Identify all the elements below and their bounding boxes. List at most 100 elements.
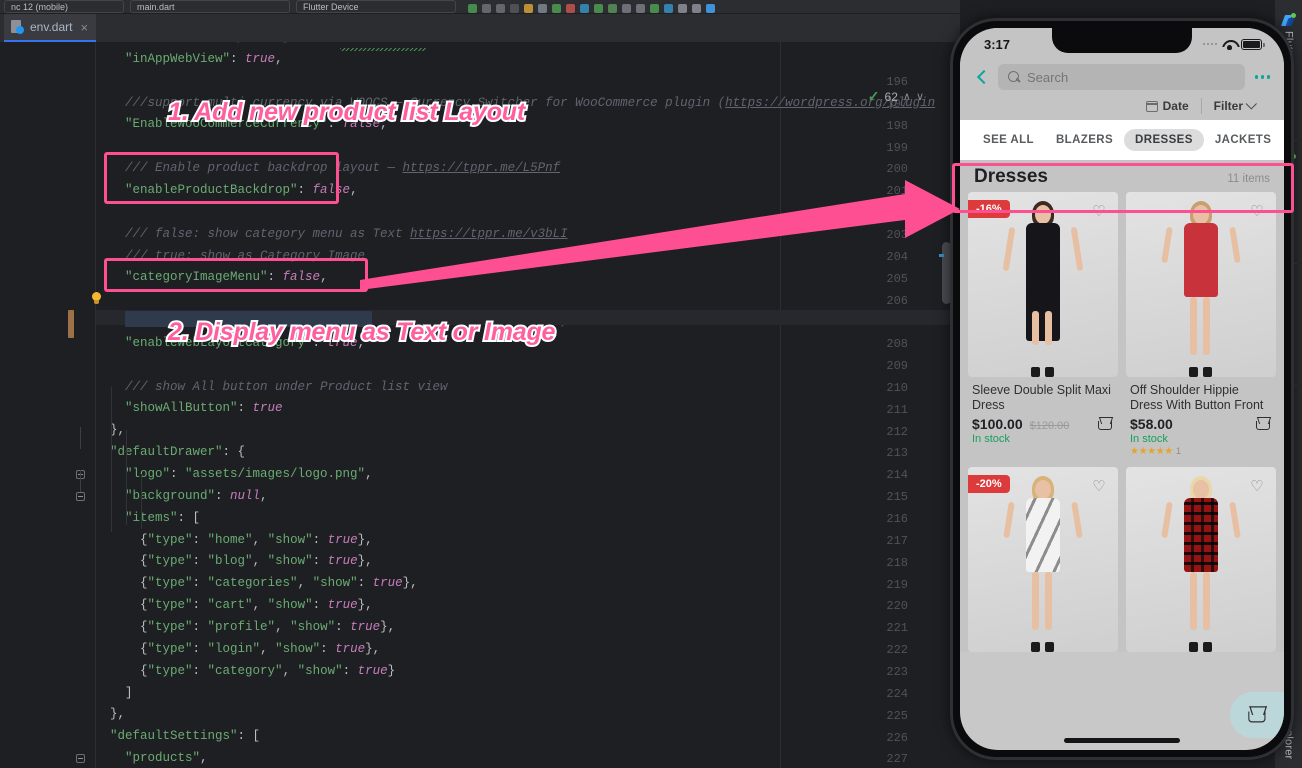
code-line[interactable]: "inAppWebView": true, xyxy=(110,52,283,66)
app-window: nc 12 (mobile) main.dart Flutter Device xyxy=(0,0,1302,768)
status-indicators xyxy=(1202,38,1265,50)
download-icon[interactable] xyxy=(664,4,673,13)
more-icon[interactable] xyxy=(510,4,519,13)
product-card[interactable]: ♡ xyxy=(1126,467,1276,652)
code-token: true xyxy=(327,598,358,613)
add-to-cart-icon[interactable] xyxy=(1255,416,1272,432)
code-line[interactable]: }, xyxy=(110,423,125,437)
code-line[interactable]: /// false: show category menu as Text ht… xyxy=(110,227,568,241)
code-token: : xyxy=(297,182,313,197)
vcs-icon[interactable] xyxy=(552,4,561,13)
intention-bulb-icon[interactable] xyxy=(90,291,103,306)
tab-env-dart[interactable]: env.dart × xyxy=(4,14,97,42)
product-image[interactable]: ♡ xyxy=(1126,467,1276,652)
date-sort-button[interactable]: Date xyxy=(1134,99,1201,113)
product-card[interactable]: ♡ Off Shoulder Hippie Dress With Button … xyxy=(1126,192,1276,459)
update-icon[interactable] xyxy=(594,4,603,13)
product-card[interactable]: -16% ♡ Sleeve Double Split Maxi Dress $1… xyxy=(968,192,1118,459)
code-line[interactable]: /// true: show as Category Image xyxy=(110,249,365,263)
analyze-icon[interactable] xyxy=(650,4,659,13)
history-icon[interactable] xyxy=(622,4,631,13)
git-icon[interactable] xyxy=(580,4,589,13)
code-line[interactable]: "products", xyxy=(110,751,208,765)
fold-toggle[interactable] xyxy=(76,754,85,764)
code-line[interactable]: /// Generated by using JsonToDart class xyxy=(110,42,418,44)
calendar-icon xyxy=(1145,100,1158,112)
line-number: 222 xyxy=(886,643,908,658)
code-line[interactable]: {"type": "blog", "show": true}, xyxy=(110,554,373,568)
code-line[interactable]: "background": null, xyxy=(110,489,268,503)
chevron-down-icon[interactable]: ∨ xyxy=(916,90,924,103)
model-shoe-left xyxy=(1189,642,1198,652)
heart-icon[interactable]: ♡ xyxy=(1246,200,1268,222)
code-line[interactable]: "items": [ xyxy=(110,511,200,525)
code-line[interactable]: {"type": "profile", "show": true}, xyxy=(110,620,395,634)
code-line[interactable]: "defaultDrawer": { xyxy=(110,445,245,459)
commit-icon[interactable] xyxy=(608,4,617,13)
debug-icon[interactable] xyxy=(482,4,491,13)
search-everywhere-icon[interactable] xyxy=(538,4,547,13)
code-line[interactable]: {"type": "categories", "show": true}, xyxy=(110,576,418,590)
category-tab-blazers[interactable]: BLAZERS xyxy=(1045,129,1124,151)
code-line[interactable]: {"type": "home", "show": true}, xyxy=(110,533,373,547)
heart-icon[interactable]: ♡ xyxy=(1088,475,1110,497)
code-line[interactable]: }, xyxy=(110,707,125,721)
code-line[interactable]: "showAllButton": true xyxy=(110,401,283,415)
code-line[interactable]: ] xyxy=(110,686,133,700)
code-line[interactable]: "defaultSettings": [ xyxy=(110,729,260,743)
editor-gutter[interactable] xyxy=(0,42,96,768)
code-line[interactable]: {"type": "login", "show": true}, xyxy=(110,642,380,656)
cart-fab-button[interactable] xyxy=(1230,692,1284,738)
toolbar-run-config[interactable]: main.dart xyxy=(130,0,290,13)
category-tab-bar[interactable]: SEE ALLBLAZERSDRESSESJACKETSJEANS xyxy=(960,120,1284,160)
code-token: "type" xyxy=(147,598,193,613)
toolbar-device-selector[interactable]: nc 12 (mobile) xyxy=(4,0,124,13)
toolbar-device-target[interactable]: Flutter Device xyxy=(296,0,456,13)
line-number: 196 xyxy=(886,75,908,89)
code-line[interactable]: /// show All button under Product list v… xyxy=(110,380,448,394)
profile-icon[interactable] xyxy=(496,4,505,13)
rollback-icon[interactable] xyxy=(636,4,645,13)
code-line[interactable]: "logo": "assets/images/logo.png", xyxy=(110,467,373,481)
heart-icon[interactable]: ♡ xyxy=(1246,475,1268,497)
product-image[interactable]: -16% ♡ xyxy=(968,192,1118,377)
search-input[interactable]: Search xyxy=(998,64,1245,90)
category-tab-see-all[interactable]: SEE ALL xyxy=(972,129,1045,151)
category-tab-dresses[interactable]: DRESSES xyxy=(1124,129,1204,151)
product-image[interactable]: ♡ xyxy=(1126,192,1276,377)
code-line[interactable]: "categoryImageMenu": false, xyxy=(110,270,328,284)
chevron-up-icon[interactable]: ∧ xyxy=(903,90,911,103)
run-icon[interactable] xyxy=(468,4,477,13)
close-icon[interactable]: × xyxy=(80,21,88,34)
find-icon[interactable] xyxy=(678,4,687,13)
add-to-cart-icon[interactable] xyxy=(1097,416,1114,432)
line-number: 205 xyxy=(886,271,908,286)
back-icon[interactable] xyxy=(974,69,990,85)
product-image[interactable]: -20% ♡ xyxy=(968,467,1118,652)
code-token: : xyxy=(192,576,208,591)
inspection-widget[interactable]: ✓ 62 ∧ ∨ xyxy=(868,88,924,105)
phone-screen[interactable]: 3:17 Search Date Filter SEE ALL BLAZERS … xyxy=(960,28,1284,750)
page-title: Dresses xyxy=(974,166,1048,187)
category-tab-jackets[interactable]: JACKETS xyxy=(1204,129,1282,151)
line-number: 219 xyxy=(886,577,908,592)
code-line[interactable]: {"type": "cart", "show": true}, xyxy=(110,598,373,612)
flutter-icon[interactable] xyxy=(706,4,715,13)
category-tab-jeans[interactable]: JEANS xyxy=(1282,129,1284,151)
more-icon[interactable] xyxy=(1253,75,1270,79)
code-lines: /// Generated by using JsonToDart class "… xyxy=(96,42,960,768)
code-token: { xyxy=(140,554,148,569)
code-line[interactable]: /// Enable product backdrop layout — htt… xyxy=(110,161,560,175)
settings-icon[interactable] xyxy=(692,4,701,13)
bookmark-icon[interactable] xyxy=(524,4,533,13)
code-line[interactable]: "enableProductBackdrop": false, xyxy=(110,183,358,197)
product-card[interactable]: -20% ♡ xyxy=(968,467,1118,652)
stop-icon[interactable] xyxy=(566,4,575,13)
code-editor[interactable]: /// Generated by using JsonToDart class "… xyxy=(0,42,960,768)
heart-icon[interactable]: ♡ xyxy=(1088,200,1110,222)
filter-button[interactable]: Filter xyxy=(1202,98,1268,113)
vcs-change-marker[interactable] xyxy=(68,310,74,339)
code-line[interactable]: {"type": "category", "show": true} xyxy=(110,664,395,678)
fold-toggle[interactable] xyxy=(76,492,85,502)
phone-notch xyxy=(1052,28,1192,53)
